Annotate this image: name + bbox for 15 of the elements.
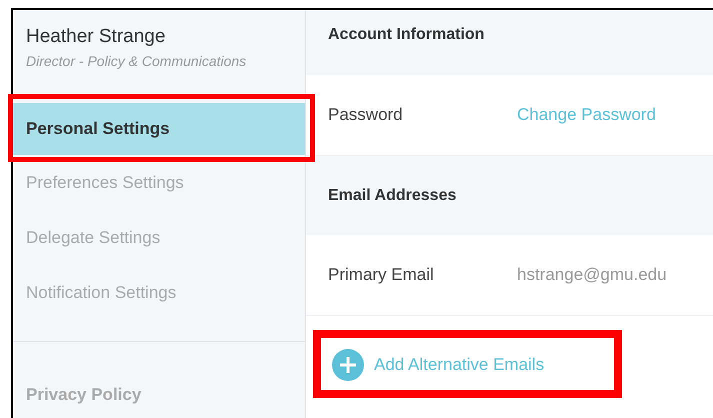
sidebar-item[interactable]: Notification Settings bbox=[13, 265, 305, 320]
sidebar-item[interactable]: Personal Settings bbox=[13, 103, 305, 155]
user-name: Heather Strange bbox=[26, 25, 166, 49]
sidebar-item[interactable]: Delegate Settings bbox=[13, 210, 305, 265]
add-email-button[interactable]: Add Alternative Emails bbox=[332, 349, 544, 381]
change-password-link[interactable]: Change Password bbox=[517, 102, 656, 128]
sidebar-item[interactable]: Preferences Settings bbox=[13, 155, 305, 210]
user-title: Director - Policy & Communications bbox=[26, 52, 246, 71]
section-heading: Account Information bbox=[328, 24, 484, 44]
section-heading: Email Addresses bbox=[328, 186, 456, 206]
plus-circle-icon bbox=[332, 349, 364, 381]
privacy-policy-link[interactable]: Privacy Policy bbox=[26, 385, 142, 404]
field-value: hstrange@gmu.edu bbox=[517, 264, 667, 286]
field-label: Password bbox=[328, 104, 404, 126]
field-label: Primary Email bbox=[328, 264, 435, 286]
